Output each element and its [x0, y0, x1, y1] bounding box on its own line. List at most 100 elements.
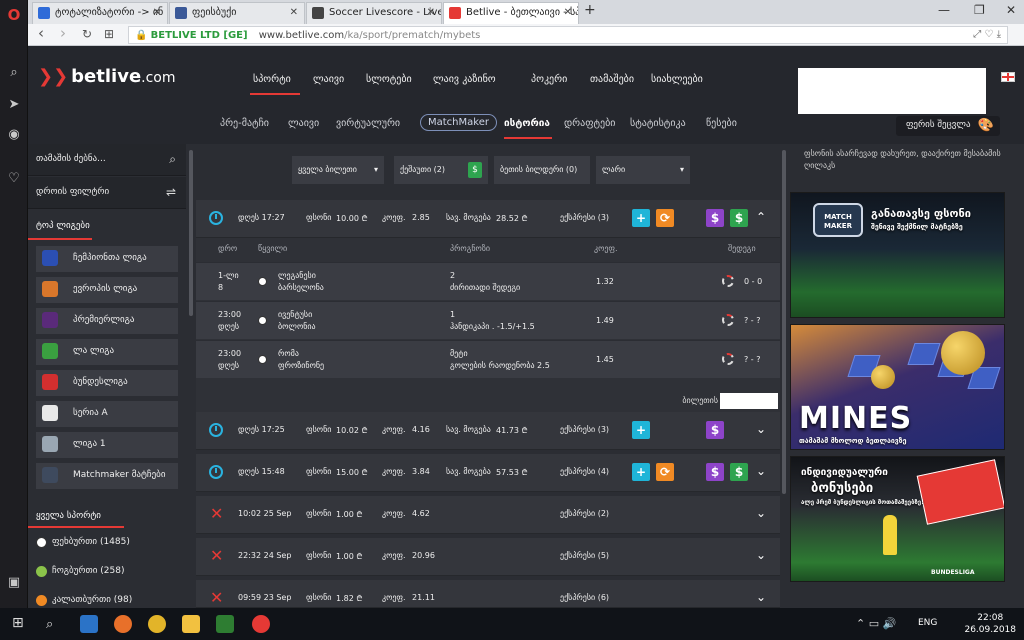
- close-icon[interactable]: ✕: [564, 7, 572, 18]
- bet-row[interactable]: ✕ 09:59 23 Sep ფსონი 1.82 ₾ კოეფ. 21.11 …: [196, 580, 780, 608]
- edge-icon[interactable]: [80, 615, 98, 633]
- speed-dial-icon[interactable]: ⊞: [104, 27, 114, 41]
- send-icon[interactable]: ➤: [5, 96, 23, 114]
- league-item[interactable]: ბუნდესლიგა: [36, 370, 178, 396]
- search-icon[interactable]: ⌕: [46, 617, 53, 632]
- browser-tab[interactable]: Soccer Livescore - Live Sc ✕: [306, 2, 442, 24]
- system-tray-icons[interactable]: ⌃ ▭ 🔊: [856, 617, 896, 630]
- refresh-icon[interactable]: ⟳: [656, 209, 674, 227]
- subnav-statistics[interactable]: სტატისტიკა: [630, 118, 686, 129]
- chevron-down-icon[interactable]: ⌄: [756, 548, 766, 562]
- nav-news[interactable]: სიახლეები: [651, 74, 703, 85]
- partial-cashout-icon[interactable]: $: [706, 463, 724, 481]
- back-button[interactable]: ‹: [38, 24, 44, 42]
- forward-button[interactable]: ›: [60, 24, 66, 42]
- account-box[interactable]: [798, 68, 986, 114]
- change-color-button[interactable]: ფერის შეცვლა 🎨: [896, 116, 1000, 136]
- filter-sliders-icon[interactable]: ⇌: [166, 185, 176, 199]
- partial-cashout-icon[interactable]: $: [706, 421, 724, 439]
- main-scrollbar[interactable]: [782, 150, 786, 494]
- league-item[interactable]: ლიგა 1: [36, 432, 178, 458]
- minimize-button[interactable]: —: [938, 3, 950, 17]
- url-field[interactable]: 🔒 BETLIVE LTD [GE] www.betlive.com/ka/sp…: [128, 26, 1008, 44]
- subnav-drafts[interactable]: დრაფტები: [564, 118, 615, 129]
- league-item[interactable]: პრემიერლიგა: [36, 308, 178, 334]
- pick-value: 1: [450, 310, 456, 319]
- nav-live[interactable]: ლაივი: [313, 74, 344, 85]
- browser-tab[interactable]: ტოტალიზატორი -> ინ ✕: [32, 2, 168, 24]
- search-icon[interactable]: ⌕: [169, 152, 176, 167]
- opera-logo-icon[interactable]: O: [5, 6, 23, 24]
- window-close-button[interactable]: ✕: [1006, 3, 1016, 17]
- game-search[interactable]: თამაშის ძებნა... ⌕: [28, 144, 186, 176]
- league-item[interactable]: Matchmaker მატჩები: [36, 463, 178, 489]
- file-explorer-icon[interactable]: [182, 615, 200, 633]
- bet-row[interactable]: დღეს 15:48 ფსონი 15.00 ₾ კოეფ. 3.84 სავ.…: [196, 454, 780, 492]
- subnav-matchmaker[interactable]: MatchMaker: [420, 114, 497, 131]
- league-item[interactable]: სერია A: [36, 401, 178, 427]
- georgia-flag-icon[interactable]: [1001, 72, 1015, 82]
- bet-row[interactable]: დღეს 17:27 ფსონი 10.00 ₾ კოეფ. 2.85 სავ.…: [196, 200, 780, 238]
- browser-tab[interactable]: ფეისბუქი ✕: [169, 2, 305, 24]
- camera-icon[interactable]: ◉: [5, 126, 23, 144]
- cashout-icon[interactable]: $: [730, 209, 748, 227]
- nav-live-casino[interactable]: ლაივ კაზინო: [433, 74, 496, 85]
- league-item[interactable]: ლა ლიგა: [36, 339, 178, 365]
- chrome-icon[interactable]: [148, 615, 166, 633]
- bet-row[interactable]: დღეს 17:25 ფსონი 10.02 ₾ კოეფ. 4.16 სავ.…: [196, 412, 780, 450]
- heart-icon[interactable]: ♡: [5, 170, 23, 188]
- close-icon[interactable]: ✕: [427, 7, 435, 18]
- chevron-up-icon[interactable]: ⌃: [756, 210, 766, 224]
- subnav-live[interactable]: ლაივი: [288, 118, 319, 129]
- clock[interactable]: 22:08 26.09.2018: [964, 612, 1016, 636]
- chevron-down-icon[interactable]: ⌄: [756, 506, 766, 520]
- league-item[interactable]: ევროპის ლიგა: [36, 277, 178, 303]
- nav-poker[interactable]: პოკერი: [531, 74, 567, 85]
- all-bets-dropdown[interactable]: ყველა ბილეთი ▾: [292, 156, 384, 184]
- add-event-icon[interactable]: +: [632, 421, 650, 439]
- language-indicator[interactable]: ENG: [918, 618, 937, 628]
- address-actions-icon[interactable]: ⤢ ♡ ⤓: [973, 29, 1001, 40]
- new-tab-button[interactable]: +: [584, 2, 596, 18]
- partial-cashout-icon[interactable]: $: [706, 209, 724, 227]
- sport-item[interactable]: ჩოგბურთი (258): [28, 559, 186, 585]
- cashout-filter[interactable]: ქეშაუთი (2) $: [394, 156, 488, 184]
- chevron-down-icon[interactable]: ⌄: [756, 422, 766, 436]
- nav-slots[interactable]: სლოტები: [366, 74, 412, 85]
- time-filter[interactable]: დროის ფილტრი ⇌: [28, 177, 186, 209]
- close-icon[interactable]: ✕: [290, 7, 298, 18]
- bet-builder-filter[interactable]: ბეთის ბილდერი (0): [494, 156, 590, 184]
- betlive-logo[interactable]: ❯❯ betlive.com: [38, 66, 176, 87]
- opera-icon[interactable]: [252, 615, 270, 633]
- chevron-down-icon[interactable]: ⌄: [756, 464, 766, 478]
- cashout-icon[interactable]: $: [730, 463, 748, 481]
- subnav-prematch[interactable]: პრე-მატჩი: [220, 118, 269, 129]
- panel-icon[interactable]: ▣: [5, 574, 23, 592]
- search-icon[interactable]: ⌕: [5, 64, 23, 82]
- mines-banner[interactable]: MINES თამაშამ მხოლოდ ბეთლაივზე: [790, 324, 1005, 450]
- reload-button[interactable]: ↻: [82, 27, 92, 41]
- bet-row[interactable]: ✕ 10:02 25 Sep ფსონი 1.00 ₾ კოეფ. 4.62 ე…: [196, 496, 780, 534]
- add-event-icon[interactable]: +: [632, 209, 650, 227]
- chevron-down-icon[interactable]: ⌄: [756, 590, 766, 604]
- league-item[interactable]: ჩემპიონთა ლიგა: [36, 246, 178, 272]
- windows-start-icon[interactable]: ⊞: [12, 615, 24, 631]
- matchmaker-banner[interactable]: MATCH MAKER განათავსე ფსონი შენივე შექმნ…: [790, 192, 1005, 318]
- sport-item[interactable]: ფეხბურთი (1485): [28, 530, 186, 556]
- currency-dropdown[interactable]: ლარი ▾: [596, 156, 690, 184]
- left-scrollbar[interactable]: [189, 150, 193, 316]
- bet-row[interactable]: ✕ 22:32 24 Sep ფსონი 1.00 ₾ კოეფ. 20.96 …: [196, 538, 780, 576]
- subnav-rules[interactable]: წესები: [706, 118, 737, 129]
- nav-sport[interactable]: სპორტი: [253, 74, 291, 85]
- add-event-icon[interactable]: +: [632, 463, 650, 481]
- close-icon[interactable]: ✕: [153, 7, 161, 18]
- subnav-history[interactable]: ისტორია: [504, 118, 550, 129]
- refresh-icon[interactable]: ⟳: [656, 463, 674, 481]
- subnav-virtual[interactable]: ვირტუალური: [336, 118, 400, 129]
- bundesliga-banner[interactable]: ინდივიდუალური ბონუსები ალე პრემ ბუნდესლი…: [790, 456, 1005, 582]
- firefox-icon[interactable]: [114, 615, 132, 633]
- browser-tab-active[interactable]: Betlive - ბეთლაივი - სპ ✕: [443, 2, 579, 24]
- maximize-button[interactable]: ❐: [974, 3, 985, 17]
- nav-games[interactable]: თამაშები: [590, 74, 634, 85]
- excel-icon[interactable]: [216, 615, 234, 633]
